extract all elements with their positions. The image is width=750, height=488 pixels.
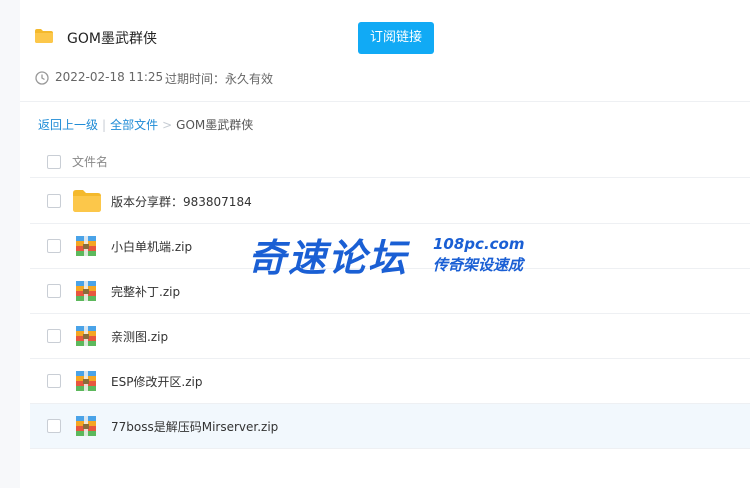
file-name[interactable]: 77boss是解压码Mirserver.zip (111, 418, 278, 435)
file-name[interactable]: 版本分享群：983807184 (111, 193, 252, 210)
zip-archive-icon (76, 326, 96, 346)
zip-archive-icon (76, 416, 96, 436)
share-panel: GOM墨武群侠 订阅链接 2022-02-18 11:25 过期时间：永久有效 … (20, 0, 750, 488)
watermark-logo-text: 奇速论坛 (248, 236, 409, 280)
all-files-link[interactable]: 全部文件 (110, 116, 158, 133)
file-name[interactable]: 完整补丁.zip (111, 283, 180, 300)
share-title: GOM墨武群侠 (67, 31, 157, 47)
expire-label: 过期时间：永久有效 (165, 72, 274, 86)
share-date: 2022-02-18 11:25 (55, 70, 164, 84)
select-all-checkbox[interactable] (47, 155, 61, 169)
breadcrumb-current: GOM墨武群侠 (176, 118, 254, 132)
row-checkbox[interactable] (47, 419, 61, 433)
breadcrumb: 返回上一级 | 全部文件 > GOM墨武群侠 (38, 116, 253, 133)
row-checkbox[interactable] (47, 284, 61, 298)
zip-archive-icon (76, 371, 96, 391)
file-list-header: 文件名 (30, 147, 750, 178)
file-row[interactable]: 亲测图.zip (30, 314, 750, 359)
breadcrumb-chevron-icon: > (162, 117, 173, 132)
folder-icon (35, 29, 53, 43)
clock-icon (35, 71, 49, 85)
row-checkbox[interactable] (47, 194, 61, 208)
watermark: 奇速论坛 108pc.com 传奇架设速成 (248, 227, 548, 283)
zip-archive-icon (76, 236, 96, 256)
subscribe-link-button[interactable]: 订阅链接 (358, 22, 434, 54)
breadcrumb-divider: | (102, 117, 107, 132)
row-checkbox[interactable] (47, 374, 61, 388)
row-checkbox[interactable] (47, 239, 61, 253)
filename-column-header: 文件名 (72, 155, 109, 169)
watermark-slogan: 传奇架设速成 (433, 256, 524, 274)
file-name[interactable]: 亲测图.zip (111, 328, 168, 345)
file-row[interactable]: ESP修改开区.zip (30, 359, 750, 404)
zip-archive-icon (76, 281, 96, 301)
file-row[interactable]: 版本分享群：983807184 (30, 179, 750, 224)
file-name[interactable]: ESP修改开区.zip (111, 373, 203, 390)
file-row[interactable]: 77boss是解压码Mirserver.zip (30, 404, 750, 449)
file-name[interactable]: 小白单机端.zip (111, 238, 192, 255)
folder-icon (73, 190, 101, 212)
back-link[interactable]: 返回上一级 (38, 116, 98, 133)
share-header: GOM墨武群侠 订阅链接 2022-02-18 11:25 过期时间：永久有效 (20, 0, 750, 102)
row-checkbox[interactable] (47, 329, 61, 343)
watermark-url: 108pc.com (433, 235, 525, 253)
